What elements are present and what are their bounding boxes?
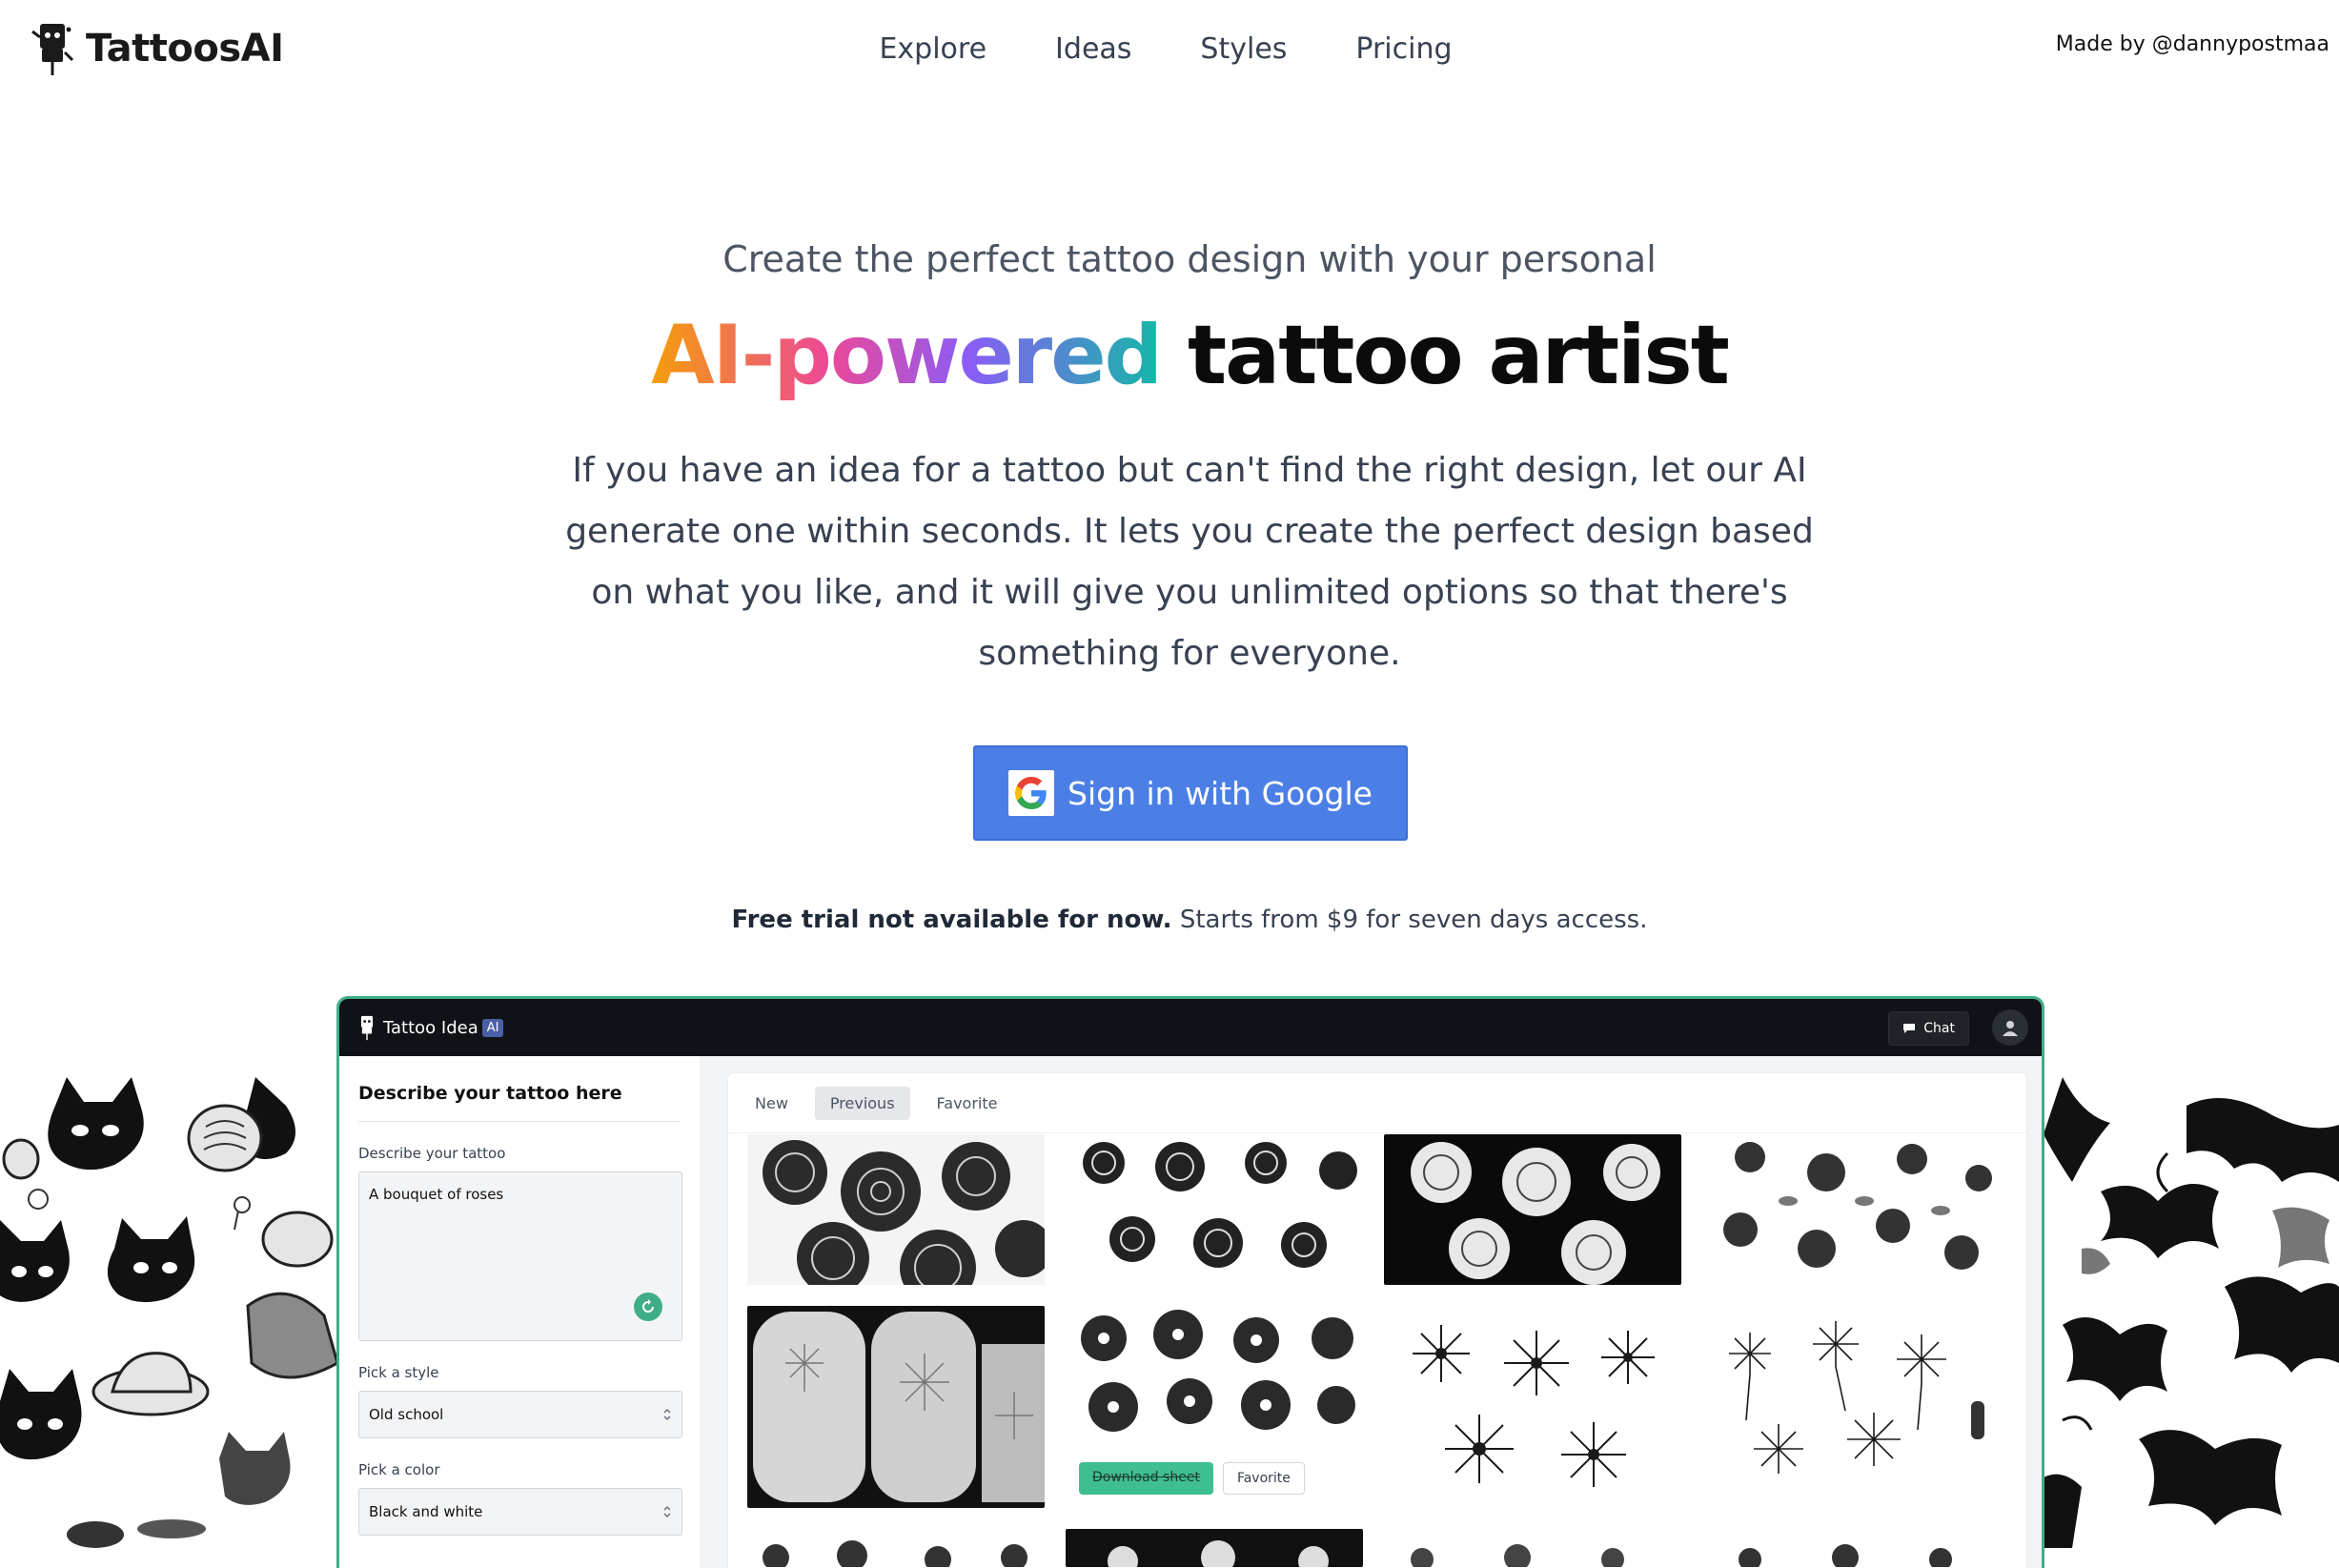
chat-button[interactable]: Chat [1888, 1011, 1969, 1046]
nav-ideas[interactable]: Ideas [1055, 23, 1131, 76]
tattoo-thumbnail[interactable] [1702, 1529, 2000, 1567]
tattoo-thumbnail[interactable] [747, 1134, 1045, 1285]
ai-badge: AI [481, 1018, 504, 1037]
describe-value: A bouquet of roses [369, 1186, 504, 1203]
style-select[interactable]: Old school [358, 1391, 682, 1438]
tattoo-thumbnail[interactable] [1066, 1134, 1363, 1285]
gallery-tabs: New Previous Favorite [728, 1073, 2026, 1133]
describe-label: Describe your tattoo [358, 1145, 506, 1162]
tattoo-thumbnail[interactable] [1702, 1134, 2000, 1285]
chevron-updown-icon [663, 1408, 671, 1421]
tattoo-thumbnail[interactable] [1384, 1306, 1681, 1508]
download-sheet-button[interactable]: Download sheet [1079, 1462, 1213, 1495]
nav-explore[interactable]: Explore [879, 23, 986, 76]
tattoo-form: Describe your tattoo here Describe your … [339, 1056, 700, 1568]
gallery-panel: New Previous Favorite Download sheet Fav… [728, 1073, 2026, 1568]
trial-notice-rest: Starts from $9 for seven days access. [1179, 906, 1648, 934]
app-header: Tattoo Idea AI Chat [339, 999, 2042, 1056]
nav-styles[interactable]: Styles [1200, 23, 1287, 76]
trial-notice-bold: Free trial not available for now. [731, 906, 1172, 934]
google-signin-label: Sign in with Google [1068, 774, 1373, 812]
cats-illustration [0, 1077, 337, 1548]
hero-title-rest: tattoo artist [1188, 308, 1730, 403]
tattoo-thumbnail[interactable]: Download sheet Favorite [1066, 1306, 1363, 1508]
tattoo-thumbnail[interactable] [1384, 1134, 1681, 1285]
style-label: Pick a style [358, 1364, 439, 1381]
tattoo-thumbnail[interactable] [1384, 1529, 1681, 1567]
color-value: Black and white [369, 1503, 483, 1520]
tattoo-thumbnail[interactable] [747, 1306, 1045, 1508]
app-preview: Tattoo Idea AI Chat Describe your tattoo… [336, 996, 2044, 1568]
tab-previous[interactable]: Previous [814, 1086, 910, 1120]
tab-new[interactable]: New [740, 1087, 803, 1120]
google-g-icon [1008, 770, 1055, 816]
style-value: Old school [369, 1406, 444, 1423]
brand-name: TattoosAI [86, 27, 284, 71]
gallery-grid: Download sheet Favorite [747, 1134, 2007, 1567]
nav-pricing[interactable]: Pricing [1355, 23, 1452, 76]
hero-subtitle: Create the perfect tattoo design with yo… [722, 238, 1657, 280]
tattoo-thumbnail[interactable] [1066, 1529, 1363, 1567]
refresh-icon[interactable] [634, 1293, 662, 1321]
robot-icon [31, 24, 74, 75]
hero-description: If you have an idea for a tattoo but can… [565, 451, 1814, 673]
tab-favorite[interactable]: Favorite [922, 1087, 1013, 1120]
chat-bubble-icon [1903, 1024, 1916, 1033]
favorite-button[interactable]: Favorite [1222, 1462, 1305, 1495]
main-nav: Explore Ideas Styles Pricing [0, 23, 2339, 76]
tattoo-thumbnail[interactable] [1702, 1306, 2000, 1508]
chevron-updown-icon [663, 1505, 671, 1518]
tattoo-thumbnail[interactable] [747, 1529, 1045, 1567]
describe-textarea[interactable]: A bouquet of roses [358, 1171, 682, 1341]
robot-icon [360, 1015, 374, 1041]
google-signin-button[interactable]: Sign in with Google [973, 745, 1408, 841]
thumbnail-actions: Download sheet Favorite [1079, 1462, 1305, 1495]
bats-illustration [2044, 1077, 2339, 1548]
made-by-link[interactable]: Made by @dannypostmaa [2056, 32, 2329, 56]
hero-title: AI-powered tattoo artist [0, 303, 2339, 408]
form-heading: Describe your tattoo here [358, 1056, 681, 1122]
trial-notice: Free trial not available for now. Starts… [0, 906, 2339, 934]
user-avatar[interactable] [1992, 1009, 2028, 1046]
chat-label: Chat [1923, 1021, 1955, 1036]
hero-title-highlight: AI-powered [651, 308, 1163, 403]
app-title: Tattoo Idea [383, 1017, 478, 1038]
brand-logo[interactable]: TattoosAI [31, 17, 284, 80]
color-select[interactable]: Black and white [358, 1488, 682, 1536]
color-label: Pick a color [358, 1461, 440, 1478]
user-icon [2003, 1021, 2018, 1036]
